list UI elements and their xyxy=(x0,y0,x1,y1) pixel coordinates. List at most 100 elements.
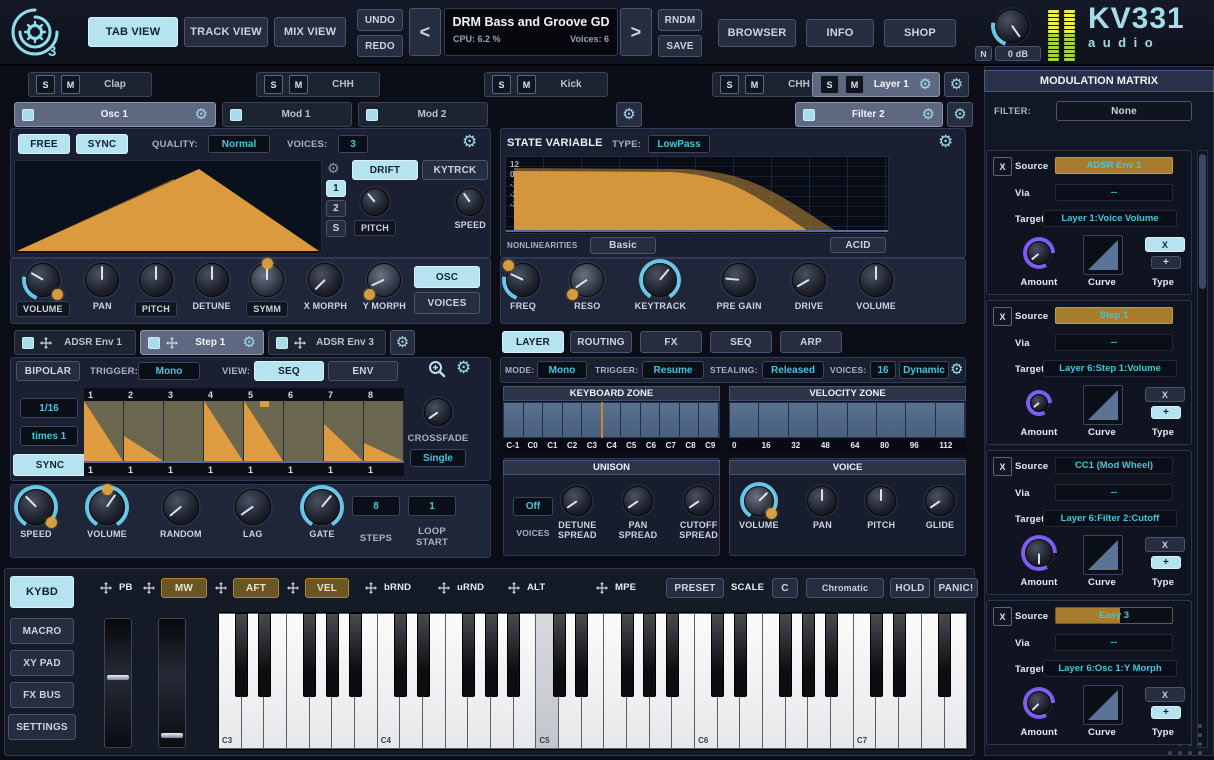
mute-button[interactable]: M xyxy=(845,75,864,94)
tab-adsr-env-3[interactable]: ADSR Env 3 xyxy=(268,330,386,355)
mod-slot-remove-button[interactable]: X xyxy=(993,307,1012,326)
unison-voices-value[interactable]: Off xyxy=(513,497,553,516)
zone-cell[interactable] xyxy=(641,403,661,437)
zone-cell[interactable] xyxy=(602,403,622,437)
zone-cell[interactable] xyxy=(660,403,680,437)
piano-keyboard[interactable]: C3C4C5C6C7 xyxy=(218,612,968,750)
step-cell-8[interactable] xyxy=(364,401,404,461)
fx-bus-tab[interactable]: FX BUS xyxy=(10,682,74,708)
zone-cell[interactable] xyxy=(789,403,818,437)
alt-move-handle-icon[interactable] xyxy=(508,582,520,594)
black-key[interactable] xyxy=(621,613,634,697)
nonlinearities-select[interactable]: Basic xyxy=(590,237,656,254)
mw-move-handle-icon[interactable] xyxy=(143,582,155,594)
tab-mod-1[interactable]: Mod 1 xyxy=(222,102,352,127)
aft-button[interactable]: AFT xyxy=(233,578,279,598)
via-select[interactable]: -- xyxy=(1055,484,1173,501)
layer-tab-layer-1[interactable]: SMLayer 1⚙ xyxy=(812,72,940,97)
move-handle-icon[interactable] xyxy=(294,337,306,349)
black-key[interactable] xyxy=(643,613,656,697)
layer-settings-gear-button[interactable]: ⚙ xyxy=(944,72,969,97)
info-button[interactable]: INFO xyxy=(806,19,874,47)
curve-selector[interactable] xyxy=(1083,235,1123,275)
adsr-env3-checkbox[interactable] xyxy=(276,337,288,349)
knob-face[interactable] xyxy=(792,263,826,297)
steps-count-value[interactable]: 8 xyxy=(352,496,400,516)
filter-settings-gear-button[interactable]: ⚙ xyxy=(947,102,973,127)
track-view-button[interactable]: TRACK VIEW xyxy=(184,17,268,47)
adsr-env1-checkbox[interactable] xyxy=(22,337,34,349)
zone-cell[interactable] xyxy=(848,403,877,437)
tab-fx[interactable]: FX xyxy=(640,331,702,353)
kybd-tab[interactable]: KYBD xyxy=(10,576,74,608)
freq-knob[interactable]: FREQ xyxy=(506,263,540,311)
mw-button[interactable]: MW xyxy=(161,578,207,598)
shop-button[interactable]: SHOP xyxy=(884,19,956,47)
browser-button[interactable]: BROWSER xyxy=(718,19,796,47)
quality-select[interactable]: Normal xyxy=(208,135,270,153)
pitch-bend-wheel[interactable] xyxy=(104,618,132,748)
zone-cell[interactable] xyxy=(699,403,719,437)
filter-type-select[interactable]: LowPass xyxy=(648,135,710,153)
type-plus-button[interactable]: + xyxy=(1151,256,1181,269)
knob-face[interactable] xyxy=(139,263,173,297)
layer-tab-chh[interactable]: SMCHH xyxy=(256,72,380,97)
keyboard-zone[interactable] xyxy=(503,402,720,438)
zone-cell[interactable] xyxy=(563,403,583,437)
filter-gear-icon[interactable]: ⚙ xyxy=(938,134,953,152)
mode-select[interactable]: Mono xyxy=(537,361,587,379)
step1-checkbox[interactable] xyxy=(148,337,160,349)
zoom-icon[interactable] xyxy=(428,360,446,378)
knob-face[interactable] xyxy=(1025,539,1053,567)
solo-button[interactable]: S xyxy=(264,75,283,94)
osc-free-button[interactable]: FREE xyxy=(18,134,70,154)
curve-selector[interactable] xyxy=(1083,535,1123,575)
mod2-enable-checkbox[interactable] xyxy=(366,109,378,121)
black-key[interactable] xyxy=(553,613,566,697)
zone-cell[interactable] xyxy=(877,403,906,437)
env-view-button[interactable]: ENV xyxy=(328,361,398,381)
tab-filter-2[interactable]: Filter 2 ⚙ xyxy=(795,102,943,127)
vel-move-handle-icon[interactable] xyxy=(287,582,299,594)
voices-view-button[interactable]: VOICES xyxy=(414,292,480,314)
pb-label[interactable]: PB xyxy=(119,582,133,593)
drive-knob[interactable]: DRIVE xyxy=(792,263,826,311)
macro-tab[interactable]: MACRO xyxy=(10,618,74,644)
volume-knob[interactable]: VOLUME xyxy=(856,263,896,311)
seq-times-select[interactable]: times 1 xyxy=(20,426,78,446)
redo-button[interactable]: REDO xyxy=(357,35,403,57)
drift-button[interactable]: DRIFT xyxy=(352,160,418,180)
cutoff-spread-knob[interactable]: CUTOFF SPREAD xyxy=(679,486,718,541)
target-select[interactable]: Layer 6:Filter 2:Cutoff xyxy=(1043,510,1177,527)
solo-button[interactable]: S xyxy=(492,75,511,94)
solo-button[interactable]: S xyxy=(720,75,739,94)
settings-tab[interactable]: SETTINGS xyxy=(8,714,76,740)
black-key[interactable] xyxy=(303,613,316,697)
black-key[interactable] xyxy=(575,613,588,697)
tuning-select[interactable]: Chromatic xyxy=(806,578,884,598)
step-cell-3[interactable] xyxy=(164,401,204,461)
trigger-mode-select[interactable]: Mono xyxy=(138,362,200,380)
knob-face[interactable] xyxy=(361,188,389,216)
black-key[interactable] xyxy=(349,613,362,697)
zone-cell[interactable] xyxy=(680,403,700,437)
knob-face[interactable] xyxy=(1030,394,1048,412)
black-key[interactable] xyxy=(462,613,475,697)
dynamic-select[interactable]: Dynamic xyxy=(899,361,949,379)
source-select[interactable]: CC1 (Mod Wheel) xyxy=(1055,457,1173,474)
zone-cell[interactable] xyxy=(906,403,935,437)
volume-knob[interactable]: VOLUME xyxy=(739,486,779,530)
knob-face[interactable] xyxy=(235,489,271,525)
filter-response-display[interactable]: 120-12-24-36 xyxy=(505,156,889,234)
knob-face[interactable] xyxy=(623,486,653,516)
via-select[interactable]: -- xyxy=(1055,184,1173,201)
step-cell-7[interactable] xyxy=(324,401,364,461)
layer-gear-icon[interactable]: ⚙ xyxy=(950,361,963,379)
keytrack-knob[interactable]: KEYTRACK xyxy=(635,263,687,311)
step-cell-4[interactable] xyxy=(204,401,244,461)
source-select[interactable]: Step 1 xyxy=(1055,307,1173,324)
x-morph-knob[interactable]: X MORPH xyxy=(304,263,347,311)
output-level-display[interactable]: 0 dB xyxy=(995,46,1041,61)
type-x-button[interactable]: X xyxy=(1145,537,1185,552)
pan-knob[interactable]: PAN xyxy=(85,263,119,311)
